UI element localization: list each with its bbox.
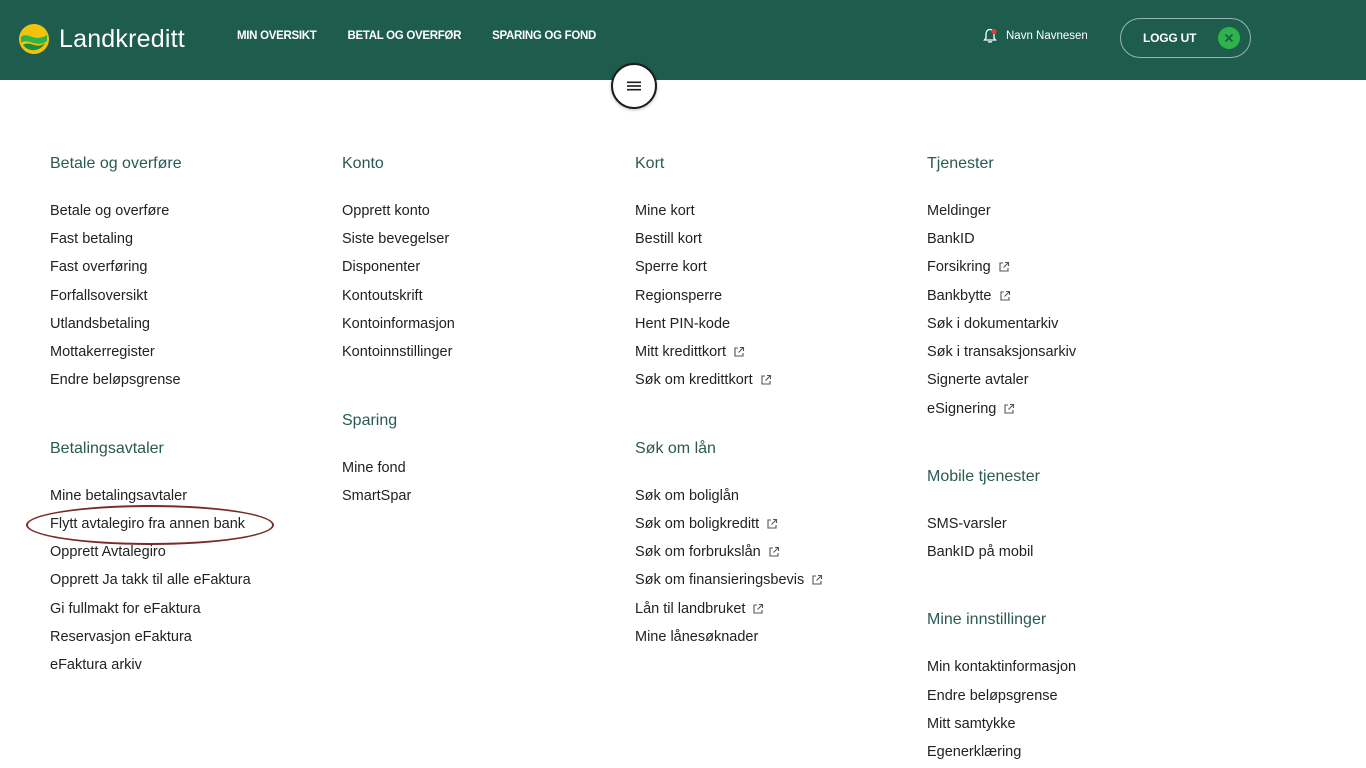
menu-link-external[interactable]: Mitt kredittkort: [635, 344, 745, 360]
menu-link[interactable]: Opprett Avtalegiro: [50, 544, 166, 560]
menu-link[interactable]: Endre beløpsgrense: [927, 688, 1058, 704]
menu-link[interactable]: Mine kort: [635, 203, 695, 219]
user-menu[interactable]: Navn Navnesen: [982, 28, 1088, 44]
menu-link[interactable]: BankID: [927, 231, 975, 247]
menu-link-label: Bankbytte: [927, 288, 992, 304]
menu-link[interactable]: Kontoinnstillinger: [342, 344, 452, 360]
menu-link[interactable]: Fast overføring: [50, 259, 148, 275]
section-heading: Betalingsavtaler: [50, 440, 164, 457]
menu-link[interactable]: Mine lånesøknader: [635, 629, 758, 645]
menu-link-label: Søk om kredittkort: [635, 372, 753, 388]
nav-min-oversikt[interactable]: MIN OVERSIKT: [237, 30, 317, 42]
brand-name: Landkreditt: [59, 24, 185, 53]
menu-link-external[interactable]: Søk om forbrukslån: [635, 544, 780, 560]
menu-link-label: Mitt kredittkort: [635, 344, 727, 360]
menu-link-label: Søk om forbrukslån: [635, 544, 761, 560]
menu-link[interactable]: Bestill kort: [635, 231, 702, 247]
menu-link-label: Søk om finansieringsbevis: [635, 572, 805, 588]
external-link-icon: [999, 261, 1009, 272]
nav-sparing-og-fond[interactable]: SPARING OG FOND: [492, 30, 596, 42]
menu-link[interactable]: Mitt samtykke: [927, 716, 1016, 732]
menu-link[interactable]: Betale og overføre: [50, 203, 169, 219]
menu-link[interactable]: Forfallsoversikt: [50, 288, 148, 304]
menu-link[interactable]: Søk i transaksjonsarkiv: [927, 344, 1076, 360]
menu-link[interactable]: Mine betalingsavtaler: [50, 488, 187, 504]
menu-link[interactable]: Mine fond: [342, 460, 406, 476]
menu-link[interactable]: Reservasjon eFaktura: [50, 629, 192, 645]
menu-link[interactable]: Meldinger: [927, 203, 991, 219]
menu-link-external[interactable]: Forsikring: [927, 259, 1010, 275]
section-heading: Tjenester: [927, 155, 994, 172]
section-heading: Sparing: [342, 412, 398, 429]
main-nav: MIN OVERSIKT BETAL OG OVERFØR SPARING OG…: [237, 30, 627, 42]
menu-link[interactable]: SMS-varsler: [927, 516, 1007, 532]
hamburger-icon: [627, 81, 641, 91]
menu-link[interactable]: BankID på mobil: [927, 544, 1033, 560]
external-link-icon: [767, 518, 778, 529]
menu-link[interactable]: Hent PIN-kode: [635, 316, 730, 332]
menu-link[interactable]: Fast betaling: [50, 231, 133, 247]
section-heading: Konto: [342, 155, 384, 172]
section-heading: Mine innstillinger: [927, 611, 1047, 628]
menu-link[interactable]: Siste bevegelser: [342, 231, 449, 247]
menu-link[interactable]: Min kontaktinformasjon: [927, 659, 1076, 675]
menu-link-external[interactable]: Søk om boligkreditt: [635, 516, 778, 532]
section-heading: Betale og overføre: [50, 155, 182, 172]
menu-link-label: eSignering: [927, 401, 997, 417]
menu-link[interactable]: Utlandsbetaling: [50, 316, 150, 332]
menu-link[interactable]: Gi fullmakt for eFaktura: [50, 601, 201, 617]
external-link-icon: [1004, 403, 1015, 414]
section-heading: Mobile tjenester: [927, 468, 1040, 485]
menu-link-label: Søk om boligkreditt: [635, 516, 760, 532]
menu-link[interactable]: eFaktura arkiv: [50, 657, 142, 673]
menu-link[interactable]: Opprett konto: [342, 203, 430, 219]
menu-link-label: Lån til landbruket: [635, 601, 746, 617]
external-link-icon: [761, 374, 771, 385]
menu-toggle-button[interactable]: [611, 63, 657, 109]
menu-link[interactable]: Søk i dokumentarkiv: [927, 316, 1058, 332]
nav-betal-og-overfor[interactable]: BETAL OG OVERFØR: [347, 30, 461, 42]
external-link-icon: [999, 290, 1010, 301]
external-link-icon: [769, 546, 779, 557]
external-link-icon: [734, 346, 745, 357]
menu-link[interactable]: Mottakerregister: [50, 344, 155, 360]
external-link-icon: [753, 603, 764, 614]
menu-link[interactable]: SmartSpar: [342, 488, 411, 504]
external-link-icon: [812, 574, 823, 585]
menu-link[interactable]: Regionsperre: [635, 288, 722, 304]
section-heading: Søk om lån: [635, 440, 716, 457]
menu-link-external[interactable]: Bankbytte: [927, 288, 1011, 304]
menu-link-external[interactable]: Lån til landbruket: [635, 601, 764, 617]
landkreditt-logo-icon: [19, 24, 49, 54]
menu-link-label: Forsikring: [927, 259, 991, 275]
menu-link-external[interactable]: Søk om finansieringsbevis: [635, 572, 823, 588]
menu-link[interactable]: Signerte avtaler: [927, 372, 1029, 388]
menu-link-external[interactable]: Søk om kredittkort: [635, 372, 772, 388]
menu-link[interactable]: Egenerklæring: [927, 744, 1021, 760]
user-name: Navn Navnesen: [1006, 30, 1088, 42]
top-bar: Landkreditt MIN OVERSIKT BETAL OG OVERFØ…: [0, 0, 1366, 80]
menu-link[interactable]: Sperre kort: [635, 259, 707, 275]
logo[interactable]: Landkreditt: [18, 20, 185, 58]
logout-label: LOGG UT: [1143, 31, 1197, 45]
menu-link[interactable]: Disponenter: [342, 259, 420, 275]
menu-link[interactable]: Søk om boliglån: [635, 488, 739, 504]
menu-link-flytt-avtalegiro[interactable]: Flytt avtalegiro fra annen bank: [50, 516, 245, 532]
menu-link[interactable]: Opprett Ja takk til alle eFaktura: [50, 572, 251, 588]
menu-link-external[interactable]: eSignering: [927, 401, 1015, 417]
section-heading: Kort: [635, 155, 665, 172]
menu-link[interactable]: Kontoinformasjon: [342, 316, 455, 332]
bell-icon: [983, 28, 997, 43]
menu-link[interactable]: Endre beløpsgrense: [50, 372, 181, 388]
menu-link[interactable]: Kontoutskrift: [342, 288, 423, 304]
close-icon: [1218, 27, 1240, 49]
logout-button[interactable]: LOGG UT: [1120, 18, 1251, 58]
